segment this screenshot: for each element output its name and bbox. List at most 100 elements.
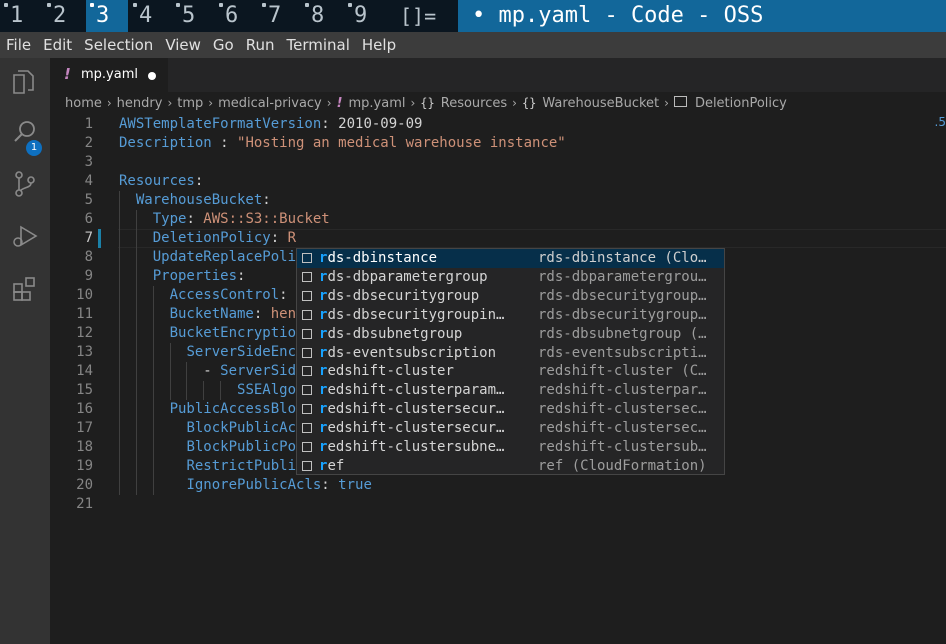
menu-run[interactable]: Run (240, 32, 281, 58)
breadcrumb-item-deletionpolicy[interactable]: DeletionPolicy (673, 95, 787, 111)
suggestion-item[interactable]: redshift-cluster redshift-cluster (C… (297, 362, 724, 381)
line-number: 10 (76, 287, 93, 303)
suggestion-item[interactable]: redshift-clustersubne… redshift-clustersu… (297, 438, 724, 457)
code-line[interactable]: AccessControl: (119, 286, 288, 305)
breadcrumb-item-mp.yaml[interactable]: ! mp.yaml (337, 96, 406, 111)
tab-mp-yaml[interactable]: ! mp.yaml (50, 58, 168, 92)
suggestion-item[interactable]: redshift-clustersecur… redshift-clusterse… (297, 419, 724, 438)
suggestion-item[interactable]: rds-dbsecuritygroupin… rds-dbsecuritygrou… (297, 306, 724, 325)
code-line[interactable]: BucketEncryptio (119, 324, 296, 343)
suggestion-item[interactable]: redshift-clustersecur… redshift-clusterse… (297, 400, 724, 419)
workspace-1[interactable]: 1 (0, 0, 42, 32)
code-line[interactable]: UpdateReplacePoli (119, 248, 296, 267)
line-number: 5 (84, 192, 93, 208)
code-line[interactable]: BlockPublicPo (119, 438, 296, 457)
code-token: : (237, 268, 246, 284)
code-token: Type (152, 211, 187, 227)
code-line[interactable]: AWSTemplateFormatVersion: 2010-09-09 (119, 115, 422, 134)
snippet-icon (302, 271, 312, 282)
code-token: BucketEncryptio (169, 325, 297, 341)
snippet-icon (302, 347, 312, 358)
suggestion-item[interactable]: rds-dbparametergroup rds-dbparametergrou… (297, 268, 724, 287)
suggestion-label: rds-dbparametergroup (319, 268, 509, 287)
suggestion-item[interactable]: rds-dbinstance rds-dbinstance (Clo… (297, 249, 724, 268)
chevron-right-icon: › (410, 96, 416, 110)
yaml-file-icon: ! (64, 65, 71, 83)
menu-file[interactable]: File (0, 32, 37, 58)
suggestion-item[interactable]: redshift-clusterparam… redshift-clusterpa… (297, 381, 724, 400)
code-token: Properties (152, 268, 238, 284)
workspace-label: 3 (96, 3, 110, 28)
breadcrumb-item-resources[interactable]: {} Resources (420, 96, 507, 111)
menu-edit[interactable]: Edit (37, 32, 78, 58)
suggestion-label-rest: ds-dbinstance (327, 250, 438, 266)
breadcrumb: home › hendry › tmp › medical-privacy ›! mp.yaml… (65, 94, 787, 112)
menu-selection[interactable]: Selection (78, 32, 159, 58)
code-token: : (211, 135, 238, 151)
workspace-occupied-marker (176, 3, 180, 7)
breadcrumb-item-home[interactable]: home (65, 96, 102, 111)
suggestion-label-rest: edshift-cluster (327, 363, 454, 380)
suggestion-item[interactable]: rds-dbsecuritygroup rds-dbsecuritygroup… (297, 287, 724, 306)
suggestion-item[interactable]: rds-eventsubscription rds-eventsubscripti… (297, 344, 724, 363)
suggestion-label: rds-eventsubscription (319, 344, 509, 363)
menu-terminal[interactable]: Terminal (281, 32, 356, 58)
breadcrumb-item-tmp[interactable]: tmp (177, 96, 203, 111)
workspace-8[interactable]: 8 (301, 0, 343, 32)
code-token: R (287, 230, 297, 246)
menu-view[interactable]: View (159, 32, 207, 58)
run-debug-icon[interactable] (9, 220, 41, 252)
line-number: 7 (84, 230, 93, 246)
breadcrumb-label: home (65, 95, 102, 111)
suggest-widget[interactable]: rds-dbinstance rds-dbinstance (Clo… rds-db… (296, 248, 725, 475)
workspace-9[interactable]: 9 (344, 0, 386, 32)
code-line[interactable]: IgnorePublicAcls: true (119, 476, 371, 495)
code-line[interactable]: RestrictPubli (119, 457, 296, 476)
workspace-7[interactable]: 7 (258, 0, 300, 32)
suggestion-detail: rds-eventsubscripti… (538, 344, 707, 361)
source-control-icon[interactable] (9, 168, 41, 200)
suggestion-item[interactable]: ref ref (CloudFormation) (297, 457, 724, 476)
code-token: "Hosting an medical warehouse instance" (237, 135, 566, 151)
code-line[interactable]: Type: AWS::S3::Bucket (119, 210, 330, 229)
menu-help[interactable]: Help (356, 32, 402, 58)
code-line[interactable]: Description : "Hosting an medical wareho… (119, 134, 566, 153)
breadcrumb-item-warehousebucket[interactable]: {} WarehouseBucket (522, 96, 659, 111)
code-line[interactable]: WarehouseBucket: (119, 191, 271, 210)
suggestion-label: rds-dbsubnetgroup (319, 325, 509, 344)
breadcrumb-item-hendry[interactable]: hendry (117, 96, 163, 111)
activity-bar: 1 (0, 58, 50, 644)
modified-line-gutter-mark (98, 229, 101, 248)
workspace-3[interactable]: 3 (86, 0, 128, 32)
layout-indicator[interactable]: []= (400, 0, 436, 32)
code-line[interactable]: BlockPublicAc (119, 419, 296, 438)
code-token: hen (270, 306, 297, 322)
unsaved-dot-icon[interactable] (148, 72, 156, 80)
search-icon[interactable] (9, 116, 41, 148)
code-line[interactable]: Properties: (119, 267, 246, 286)
code-line[interactable]: PublicAccessBlo (119, 400, 296, 419)
suggestion-label-rest: ds-dbsubnetgroup (327, 325, 463, 342)
code-token: Resources (119, 173, 195, 189)
breadcrumb-label: hendry (116, 95, 163, 111)
code-line[interactable]: DeletionPolicy: R (119, 229, 296, 248)
suggestion-label-rest: ds-dbsecuritygroup (327, 287, 480, 304)
breadcrumb-item-medical-privacy[interactable]: medical-privacy (218, 96, 322, 111)
workspace-4[interactable]: 4 (129, 0, 171, 32)
workspace-5[interactable]: 5 (172, 0, 214, 32)
menu-go[interactable]: Go (207, 32, 240, 58)
object-symbol-icon: {} (420, 95, 435, 110)
workspace-2[interactable]: 2 (43, 0, 85, 32)
code-line[interactable]: BucketName: hen (119, 305, 296, 324)
suggestion-item[interactable]: rds-dbsubnetgroup rds-dbsubnetgroup (… (297, 325, 724, 344)
code-line[interactable]: Resources: (119, 172, 203, 191)
code-line[interactable]: ServerSideEnc (119, 343, 296, 362)
code-line[interactable]: - ServerSid (119, 362, 296, 381)
indent-guide (186, 362, 188, 400)
code-line[interactable]: SSEAlgo (119, 381, 296, 400)
extensions-icon[interactable] (9, 272, 41, 304)
explorer-icon[interactable] (9, 66, 41, 98)
workspace-6[interactable]: 6 (215, 0, 257, 32)
